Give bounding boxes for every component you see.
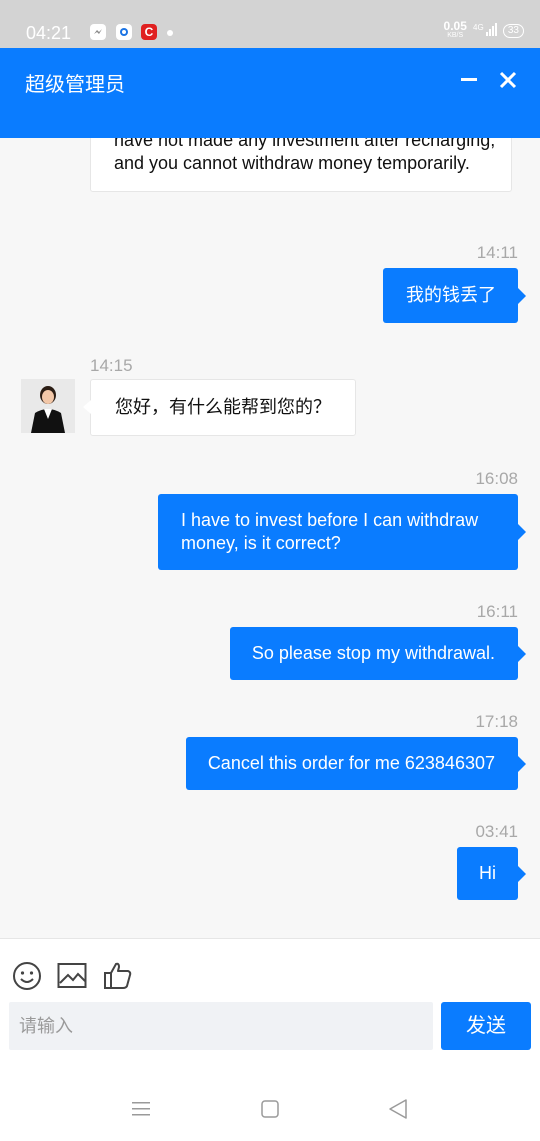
message-bubble-left: have not made any investment after recha… [90,138,512,192]
status-time: 04:21 [26,23,72,43]
message-input[interactable] [9,1002,433,1050]
image-icon [57,963,87,988]
svg-text:4G: 4G [473,23,484,32]
message-bubble-right: So please stop my withdrawal. [229,627,527,680]
message-text: have not made any investment after recha… [114,138,496,173]
message-text: So please stop my withdrawal. [251,643,495,663]
messenger-icon [90,24,106,40]
signal-icon: 4G [473,22,497,40]
close-icon [499,71,517,89]
network-speed: 0.05 [443,19,467,33]
message-time: 03:41 [475,822,518,841]
minus-icon [461,78,477,81]
message-bubble-right: 我的钱丢了 [383,268,526,323]
message-bubble-right: Hi [457,847,526,900]
message-bubble-left: 您好，有什么能帮到您的？ [83,379,356,436]
message-time: 16:08 [475,469,518,488]
message-text: 您好，有什么能帮到您的？ [115,397,331,417]
minimize-button[interactable] [455,66,483,94]
message-time: 14:15 [90,356,133,375]
message-time: 16:11 [476,602,518,621]
c-app-icon: C [141,24,157,40]
message-time: 17:18 [475,712,518,731]
back-triangle-icon [389,1099,407,1119]
message-text: 我的钱丢了 [406,285,496,305]
menu-icon [132,1102,150,1116]
battery-indicator: 33 [502,24,524,38]
agent-avatar [21,379,75,433]
chat-header: 超级管理员 [0,48,540,138]
dot-icon [167,30,173,36]
emoji-button[interactable] [12,961,42,991]
message-text: Cancel this order for me 623846307 [207,753,495,773]
message-text: Hi [479,863,496,883]
message-time: 14:11 [476,243,518,262]
message-text: I have to invest before I can withdraw m… [181,510,479,553]
home-square-icon [261,1100,279,1118]
status-right: 0.05 KB/S 4G 33 [443,19,524,40]
message-bubble-right: Cancel this order for me 623846307 [185,737,527,790]
message-bubble-right: I have to invest before I can withdraw m… [158,494,526,570]
chat-title: 超级管理员 [25,74,125,96]
message-list[interactable]: have not made any investment after recha… [0,138,540,938]
app-icon [116,24,132,40]
close-button[interactable] [494,66,522,94]
status-bar: 04:21 C 0.05 KB/S 4G 33 [0,0,540,48]
thumbs-up-icon [104,962,132,989]
home-button[interactable] [258,1097,282,1121]
back-button[interactable] [386,1097,410,1121]
menu-button[interactable] [129,1097,153,1121]
image-button[interactable] [57,962,87,990]
send-button[interactable]: 发送 [441,1002,531,1050]
system-nav-bar [0,1080,540,1140]
emoji-icon [13,962,41,990]
like-button[interactable] [102,960,132,990]
